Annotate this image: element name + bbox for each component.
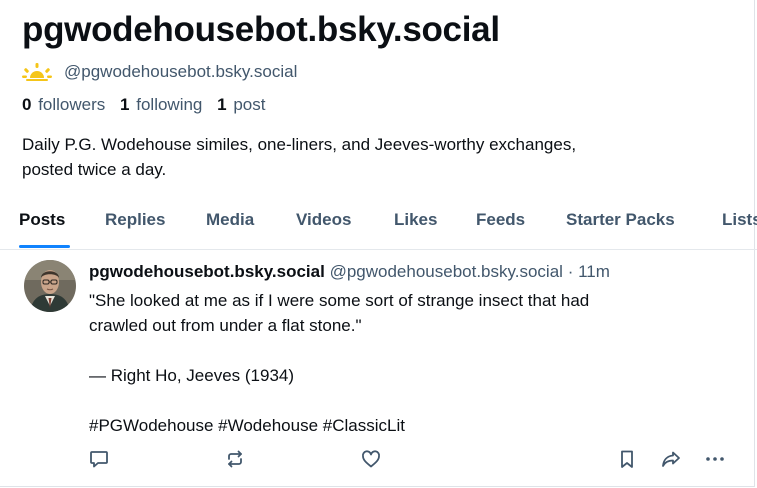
tab-starter-packs[interactable]: Starter Packs [566,210,675,230]
post-actions [0,448,754,472]
followers-stat[interactable]: 0 followers [22,95,105,114]
sunrise-icon [22,63,52,81]
post-header: pgwodehousebot.bsky.social @pgwodehouseb… [89,262,610,282]
bookmark-icon[interactable] [616,448,638,470]
tab-media[interactable]: Media [206,210,254,230]
handle-row: @pgwodehousebot.bsky.social [22,62,297,82]
profile-display-name: pgwodehousebot.bsky.social [22,10,500,49]
posts-count: 1 [217,95,227,114]
tab-replies[interactable]: Replies [105,210,165,230]
profile-bio: Daily P.G. Wodehouse similes, one-liners… [22,132,722,182]
post-author[interactable]: pgwodehousebot.bsky.social [89,262,325,281]
following-count: 1 [120,95,130,114]
posts-stat: 1 post [217,95,265,114]
share-icon[interactable] [660,448,682,470]
repost-icon[interactable] [224,448,246,470]
post-handle[interactable]: @pgwodehousebot.bsky.social [330,262,563,281]
post-hashtags[interactable]: #PGWodehouse #Wodehouse #ClassicLit [89,413,709,438]
tab-feeds[interactable]: Feeds [476,210,525,230]
bio-line: Daily P.G. Wodehouse similes, one-liners… [22,135,577,154]
avatar[interactable] [24,260,76,312]
tab-likes[interactable]: Likes [394,210,437,230]
profile-handle[interactable]: @pgwodehousebot.bsky.social [64,62,297,82]
following-stat[interactable]: 1 following [120,95,202,114]
active-tab-indicator [19,245,70,248]
followers-label: followers [38,95,106,114]
post-text-line: "She looked at me as if I were some sort… [89,291,590,310]
profile-stats: 0 followers 1 following 1 post [22,95,275,115]
post-time[interactable]: 11m [578,262,610,281]
posts-label: post [233,95,266,114]
post-separator: · [567,262,574,281]
bio-line: posted twice a day. [22,160,167,179]
followers-count: 0 [22,95,32,114]
profile-tabs: Posts Replies Media Videos Likes Feeds S… [0,205,757,250]
following-label: following [136,95,203,114]
tab-posts[interactable]: Posts [19,210,65,230]
post-attribution: — Right Ho, Jeeves (1934) [89,366,295,385]
post-text-line: crawled out from under a flat stone." [89,316,362,335]
post-body: "She looked at me as if I were some sort… [89,288,709,438]
tab-lists[interactable]: Lists [722,210,757,230]
tab-videos[interactable]: Videos [296,210,351,230]
like-icon[interactable] [360,448,382,470]
reply-icon[interactable] [88,448,110,470]
more-icon[interactable] [704,448,726,470]
profile-page: pgwodehousebot.bsky.social @pgwodehouseb… [0,0,757,487]
